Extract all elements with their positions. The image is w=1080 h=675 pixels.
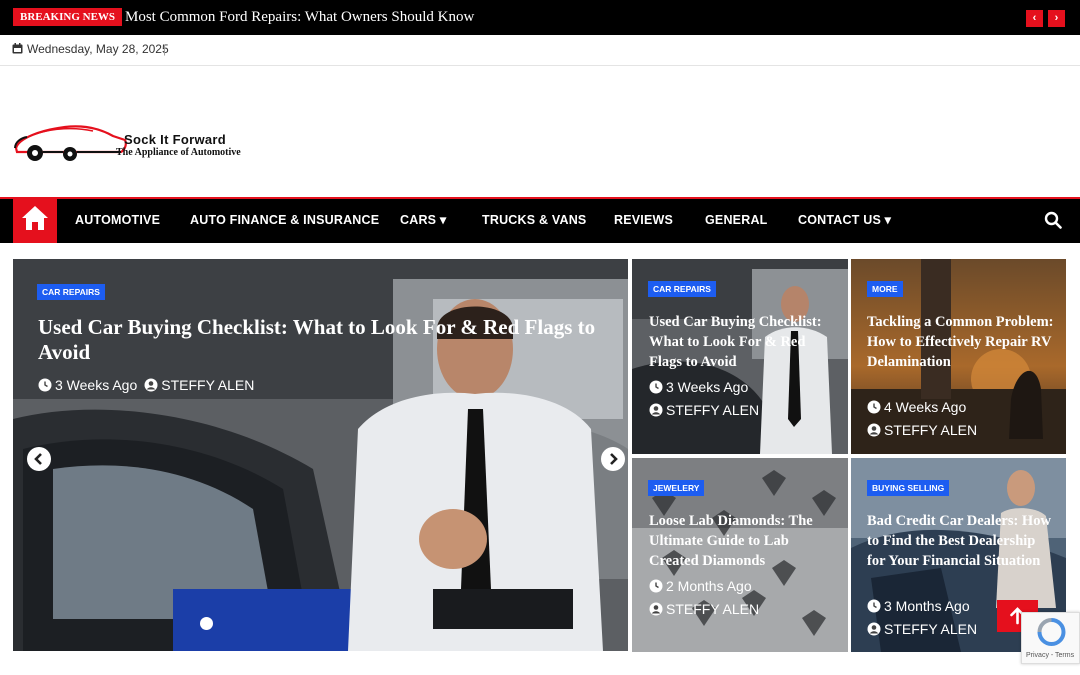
post-title[interactable]: Used Car Buying Checklist: What to Look … (649, 312, 839, 372)
user-icon (867, 423, 881, 437)
post-time: 2 Months Ago (666, 578, 752, 594)
post-meta-time: 3 Months Ago (867, 598, 970, 614)
home-icon (22, 206, 48, 230)
post-meta-author: STEFFY ALEN (867, 422, 977, 438)
nav-item-automotive[interactable]: AUTOMOTIVE (75, 212, 160, 228)
breaking-news-headline[interactable]: Most Common Ford Repairs: What Owners Sh… (125, 7, 474, 27)
featured-author[interactable]: STEFFY ALEN (161, 377, 254, 393)
post-author[interactable]: STEFFY ALEN (666, 601, 759, 617)
nav-item-general[interactable]: GENERAL (705, 212, 768, 228)
calendar-icon (12, 43, 23, 54)
post-category-tag[interactable]: CAR REPAIRS (648, 281, 716, 297)
nav-item-auto-finance-insurance[interactable]: AUTO FINANCE & INSURANCE (190, 212, 379, 228)
clock-icon (38, 378, 52, 392)
date-separator: | (163, 42, 167, 56)
arrow-left-icon (34, 453, 42, 465)
recaptcha-icon (1037, 618, 1066, 646)
featured-category-tag[interactable]: CAR REPAIRS (37, 284, 105, 300)
post-meta-author: STEFFY ALEN (649, 402, 759, 418)
chevron-right-icon[interactable]: › (1048, 10, 1065, 27)
recaptcha-terms[interactable]: Privacy - Terms (1026, 652, 1074, 659)
site-name[interactable]: Sock It Forward (124, 132, 226, 147)
post-category-tag[interactable]: MORE (867, 281, 903, 297)
post-category-tag[interactable]: BUYING SELLING (867, 480, 950, 496)
post-category-tag[interactable]: JEWELERY (648, 480, 705, 496)
slider-dot[interactable] (200, 617, 213, 630)
post-time: 3 Months Ago (884, 598, 970, 614)
post-time: 4 Weeks Ago (884, 399, 967, 415)
featured-title[interactable]: Used Car Buying Checklist: What to Look … (38, 315, 626, 365)
post-meta-author: STEFFY ALEN (867, 621, 977, 637)
post-title[interactable]: Loose Lab Diamonds: The Ultimate Guide t… (649, 511, 839, 571)
post-title[interactable]: Tackling a Common Problem: How to Effect… (867, 312, 1057, 372)
breaking-news-label: BREAKING NEWS (13, 8, 123, 26)
site-tagline: The Appliance of Automotive (116, 147, 241, 158)
post-meta-author: STEFFY ALEN (649, 601, 759, 617)
slider-next-button[interactable] (601, 447, 625, 471)
post-time: 3 Weeks Ago (666, 379, 749, 395)
current-date: Wednesday, May 28, 2025 (27, 42, 169, 56)
featured-meta: 3 Weeks Ago STEFFY ALEN (38, 377, 254, 393)
clock-icon (649, 380, 663, 394)
home-button[interactable] (13, 197, 57, 243)
clock-icon (649, 579, 663, 593)
clock-icon (867, 400, 881, 414)
user-icon (649, 602, 663, 616)
nav-item-cars[interactable]: CARS ▾ (400, 212, 446, 228)
nav-item-trucks-vans[interactable]: TRUCKS & VANS (482, 212, 586, 228)
arrow-right-icon (610, 453, 618, 465)
post-meta-time: 4 Weeks Ago (867, 399, 966, 415)
chevron-left-icon[interactable]: ‹ (1026, 10, 1043, 27)
post-author[interactable]: STEFFY ALEN (884, 422, 977, 438)
post-meta-time: 3 Weeks Ago (649, 379, 748, 395)
slider-prev-button[interactable] (27, 447, 51, 471)
search-icon[interactable] (1044, 211, 1062, 229)
clock-icon (867, 599, 881, 613)
nav-item-reviews[interactable]: REVIEWS (614, 212, 673, 228)
nav-item-contact-us[interactable]: CONTACT US ▾ (798, 212, 891, 228)
user-icon (649, 403, 663, 417)
post-author[interactable]: STEFFY ALEN (884, 621, 977, 637)
user-icon (867, 622, 881, 636)
post-title[interactable]: Bad Credit Car Dealers: How to Find the … (867, 511, 1057, 571)
user-icon (144, 378, 158, 392)
featured-time: 3 Weeks Ago (55, 377, 138, 393)
post-meta-time: 2 Months Ago (649, 578, 752, 594)
post-author[interactable]: STEFFY ALEN (666, 402, 759, 418)
